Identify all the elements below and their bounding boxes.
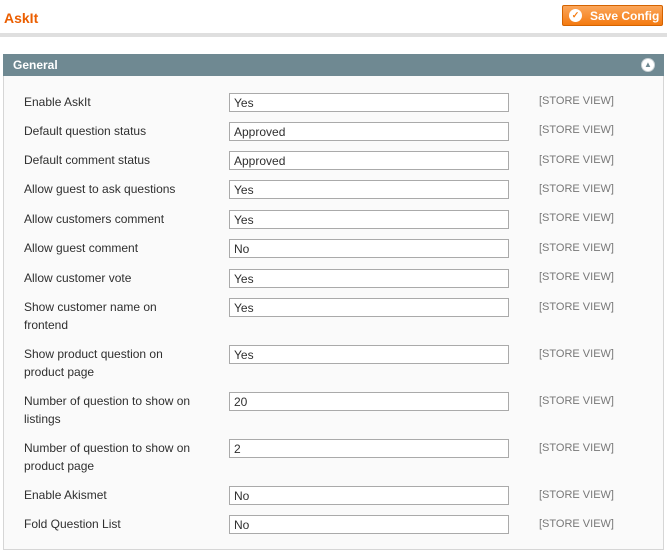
scope-show-customer-name: [STORE VIEW] [539,301,614,313]
save-config-label: Save Config [590,8,660,23]
select-enable-askit[interactable] [229,93,509,112]
label-show-customer-name: Show customer name on frontend [24,300,157,332]
label-show-product-question: Show product question on product page [24,347,163,379]
select-enable-akismet[interactable] [229,486,509,505]
label-fold-question-list: Fold Question List [24,517,121,531]
label-enable-askit: Enable AskIt [24,95,91,109]
select-allow-customers-comment[interactable] [229,210,509,229]
select-default-comment-status[interactable] [229,151,509,170]
select-allow-guest-ask[interactable] [229,180,509,199]
label-default-comment-status: Default comment status [24,153,151,167]
input-questions-on-listings[interactable] [229,392,509,411]
scope-allow-customer-vote: [STORE VIEW] [539,271,614,283]
scope-allow-customers-comment: [STORE VIEW] [539,212,614,224]
scope-enable-akismet: [STORE VIEW] [539,489,614,501]
scope-default-question-status: [STORE VIEW] [539,124,614,136]
scope-show-product-question: [STORE VIEW] [539,348,614,360]
select-default-question-status[interactable] [229,122,509,141]
input-questions-on-product-page[interactable] [229,439,509,458]
title-divider [0,33,667,37]
label-allow-customers-comment: Allow customers comment [24,212,165,226]
label-allow-guest-comment: Allow guest comment [24,241,139,255]
save-config-button[interactable]: ✓ Save Config [562,5,663,26]
select-allow-customer-vote[interactable] [229,269,509,288]
label-enable-akismet: Enable Akismet [24,488,107,502]
select-allow-guest-comment[interactable] [229,239,509,258]
label-allow-guest-ask: Allow guest to ask questions [24,182,176,196]
scope-questions-on-product-page: [STORE VIEW] [539,442,614,454]
scope-fold-question-list: [STORE VIEW] [539,518,614,530]
scope-default-comment-status: [STORE VIEW] [539,154,614,166]
check-circle-icon: ✓ [569,9,582,22]
scope-enable-askit: [STORE VIEW] [539,95,614,107]
page-title: AskIt [4,10,39,26]
label-allow-customer-vote: Allow customer vote [24,271,132,285]
collapse-up-icon[interactable]: ▲ [641,58,655,72]
scope-allow-guest-ask: [STORE VIEW] [539,183,614,195]
label-questions-on-product-page: Number of question to show on product pa… [24,441,191,473]
scope-allow-guest-comment: [STORE VIEW] [539,242,614,254]
scope-questions-on-listings: [STORE VIEW] [539,395,614,407]
select-fold-question-list[interactable] [229,515,509,534]
general-section-header[interactable]: General ▲ [3,54,664,76]
label-default-question-status: Default question status [24,124,147,138]
section-title: General [13,58,58,72]
select-show-customer-name[interactable] [229,298,509,317]
select-show-product-question[interactable] [229,345,509,364]
label-questions-on-listings: Number of question to show on listings [24,394,191,426]
